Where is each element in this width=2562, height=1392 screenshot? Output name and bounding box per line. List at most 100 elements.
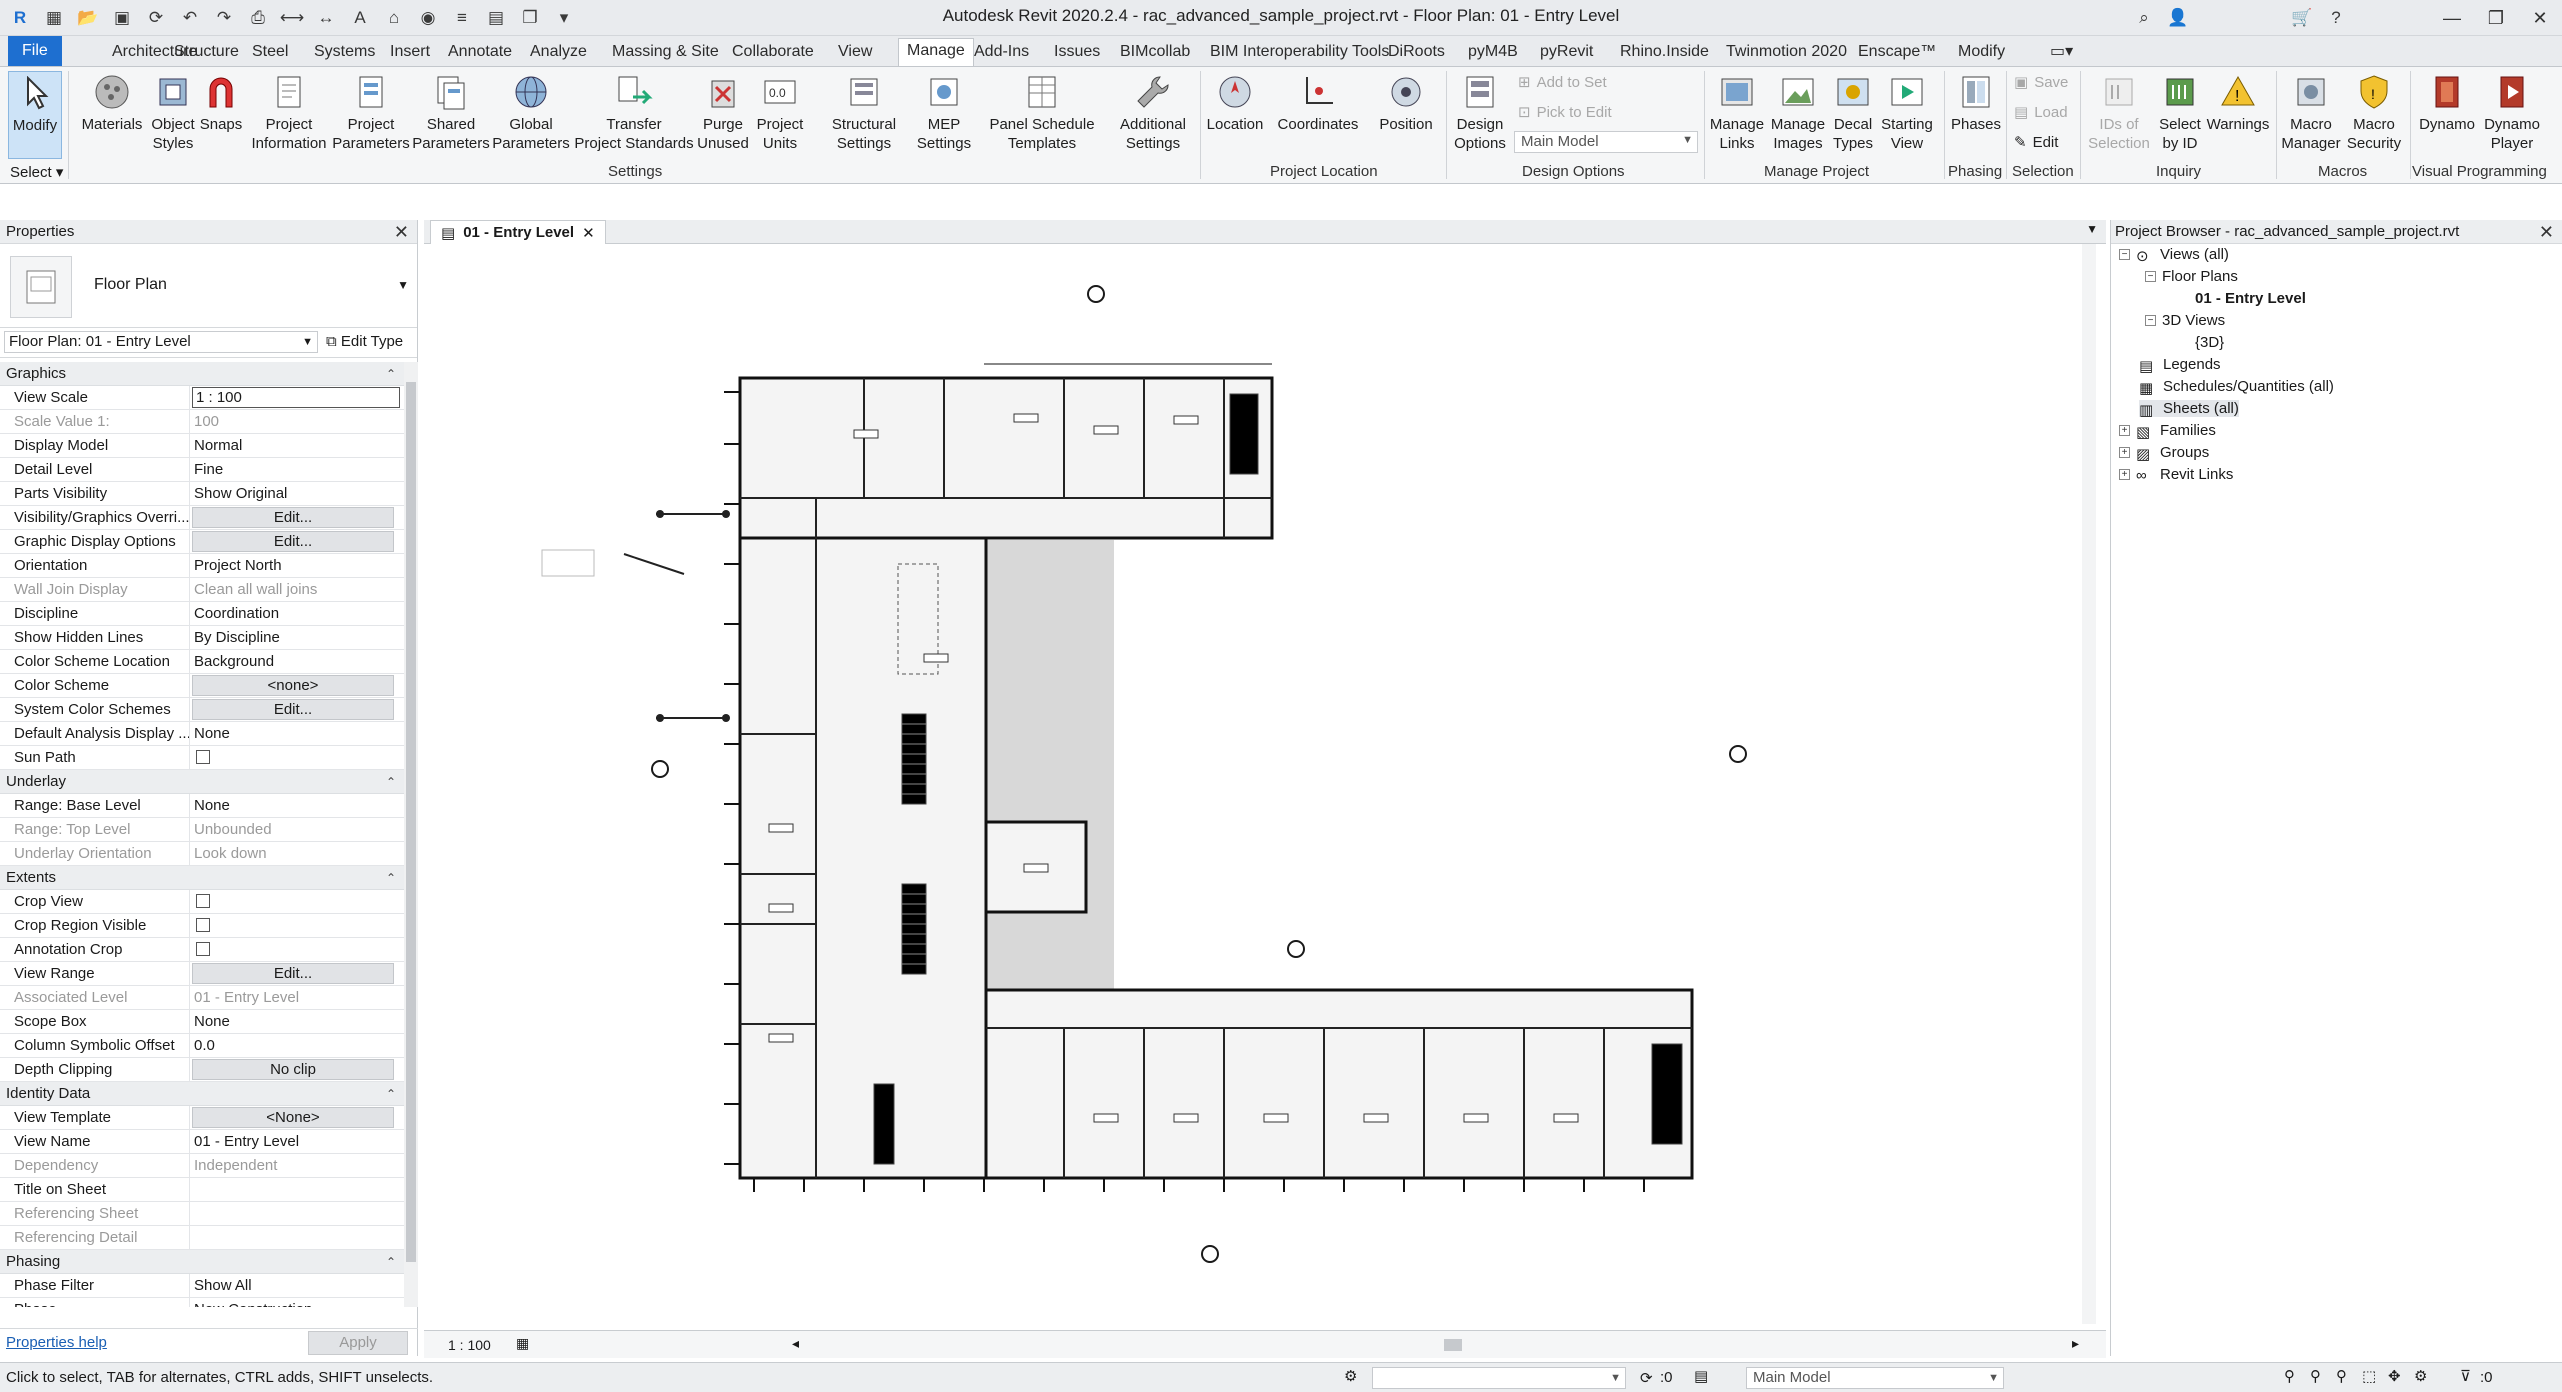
ids-of-selection-button[interactable]: IDs of Selection	[2084, 71, 2154, 153]
structural-settings-button[interactable]: Structural Settings	[826, 71, 902, 153]
tree-node-sheets[interactable]: ▥ Sheets (all)	[2139, 400, 2239, 419]
collapse-icon[interactable]: −	[2145, 271, 2156, 282]
tab-twinmotion-2020[interactable]: Twinmotion 2020	[1726, 40, 1847, 66]
collapse-icon[interactable]: −	[2145, 315, 2156, 326]
worksharing-icon[interactable]: ⚙	[1344, 1367, 1357, 1385]
edit-selection-button[interactable]: ✎ Edit	[2014, 133, 2058, 152]
property-value[interactable]: Edit...	[192, 699, 394, 720]
project-units-button[interactable]: 0.0 Project Units	[750, 71, 810, 153]
transfer-project-standards-button[interactable]: Transfer Project Standards	[574, 71, 694, 153]
collapse-icon[interactable]: ⌃	[386, 1250, 396, 1274]
property-value[interactable]: Edit...	[192, 531, 394, 552]
property-value[interactable]: New Construction	[190, 1298, 404, 1307]
property-value[interactable]: By Discipline	[190, 626, 404, 649]
view-horizontal-scrollbar[interactable]	[804, 1339, 2084, 1351]
chevron-down-icon[interactable]: ▼	[2086, 222, 2098, 236]
tree-node-schedules[interactable]: ▦ Schedules/Quantities (all)	[2139, 378, 2334, 397]
select-by-face-icon[interactable]: ⬚	[2362, 1367, 2376, 1385]
drawing-canvas[interactable]	[424, 244, 2092, 1324]
warnings-button[interactable]: ! Warnings	[2204, 71, 2272, 134]
design-option-icon[interactable]: ▤	[1694, 1367, 1708, 1385]
tab-file[interactable]: File	[8, 36, 62, 66]
property-group-extents[interactable]: Extents ⌃	[0, 866, 404, 890]
property-group-underlay[interactable]: Underlay ⌃	[0, 770, 404, 794]
tab-collaborate[interactable]: Collaborate	[732, 40, 814, 66]
project-parameters-button[interactable]: Project Parameters	[330, 71, 412, 153]
close-icon[interactable]: ✕	[2539, 220, 2554, 243]
tab-systems[interactable]: Systems	[314, 40, 375, 66]
project-information-button[interactable]: Project Information	[248, 71, 330, 153]
property-value[interactable]	[190, 938, 404, 961]
tab-manage[interactable]: Manage	[898, 38, 974, 66]
property-value[interactable]: Background	[190, 650, 404, 673]
view-vertical-scrollbar[interactable]	[2082, 244, 2096, 1324]
tab-enscape[interactable]: Enscape™	[1858, 40, 1936, 66]
design-option-dropdown[interactable]: Main Model ▼	[1514, 131, 1698, 153]
building-outline[interactable]	[541, 363, 1694, 1192]
property-value[interactable]: Normal	[190, 434, 404, 457]
global-parameters-button[interactable]: Global Parameters	[490, 71, 572, 153]
expand-icon[interactable]: +	[2119, 469, 2130, 480]
properties-help-link[interactable]: Properties help	[6, 1334, 107, 1351]
pick-to-edit-button[interactable]: ⊡ Pick to Edit	[1518, 103, 1612, 122]
tab-issues[interactable]: Issues	[1054, 40, 1100, 66]
expand-icon[interactable]: +	[2119, 447, 2130, 458]
property-checkbox[interactable]	[196, 918, 210, 932]
property-value[interactable]: None	[190, 1010, 404, 1033]
design-options-button[interactable]: Design Options	[1448, 71, 1512, 153]
tree-node-legends[interactable]: ▤ Legends	[2139, 356, 2221, 375]
property-value[interactable]: None	[190, 722, 404, 745]
property-group-phasing[interactable]: Phasing ⌃	[0, 1250, 404, 1274]
tab-steel[interactable]: Steel	[252, 40, 288, 66]
property-value[interactable]	[190, 1178, 404, 1201]
tab-pym4b[interactable]: pyM4B	[1468, 40, 1518, 66]
property-value[interactable]: Edit...	[192, 507, 394, 528]
type-selector[interactable]: Floor Plan ▼	[0, 244, 417, 328]
ribbon-options-icon[interactable]: ▭▾	[2050, 40, 2073, 66]
scrollbar-thumb[interactable]	[1444, 1339, 1462, 1351]
property-value[interactable]	[190, 914, 404, 937]
elevation-marker[interactable]	[651, 760, 669, 778]
drag-on-selection-icon[interactable]: ✥	[2388, 1367, 2401, 1385]
user-icon[interactable]: 👤	[2164, 4, 2192, 32]
property-checkbox[interactable]	[196, 750, 210, 764]
collapse-icon[interactable]: ⌃	[386, 770, 396, 794]
tab-view[interactable]: View	[838, 40, 872, 66]
detail-level-icon[interactable]: ▦	[516, 1335, 529, 1352]
property-checkbox[interactable]	[196, 894, 210, 908]
property-value[interactable]: 1 : 100	[192, 387, 400, 408]
property-value[interactable]: Show Original	[190, 482, 404, 505]
property-value[interactable]: Fine	[190, 458, 404, 481]
tab-bim-interoperability-tools[interactable]: BIM Interoperability Tools	[1210, 40, 1389, 66]
property-value[interactable]: No clip	[192, 1059, 394, 1080]
instance-selector[interactable]: Floor Plan: 01 - Entry Level ▼	[4, 331, 318, 353]
select-by-id-button[interactable]: Select by ID	[2152, 71, 2208, 153]
tab-massing-site[interactable]: Massing & Site	[612, 40, 719, 66]
add-to-set-button[interactable]: ⊞ Add to Set	[1518, 73, 1607, 92]
tree-node-revit-links[interactable]: + ∞ Revit Links	[2119, 466, 2233, 484]
manage-images-button[interactable]: Manage Images	[1766, 71, 1830, 153]
macro-manager-button[interactable]: Macro Manager	[2278, 71, 2344, 153]
property-value[interactable]: <none>	[192, 675, 394, 696]
cart-icon[interactable]: 🛒	[2288, 4, 2316, 32]
snaps-button[interactable]: Snaps	[196, 71, 246, 134]
edit-type-button[interactable]: ⧉ Edit Type	[326, 333, 403, 350]
search-icon[interactable]: ⌕	[2130, 4, 2158, 32]
tab-structure[interactable]: Structure	[174, 40, 239, 66]
collapse-icon[interactable]: ⌃	[386, 1082, 396, 1106]
select-pinned-icon[interactable]: ⚲	[2336, 1367, 2347, 1385]
property-checkbox[interactable]	[196, 942, 210, 956]
view-scale-control[interactable]: 1 : 100	[448, 1337, 491, 1353]
tree-node-3d-views[interactable]: −3D Views	[2145, 312, 2225, 329]
close-icon[interactable]: ✕	[394, 220, 409, 244]
background-process-icon[interactable]: ⚙	[2414, 1367, 2427, 1385]
scroll-right-icon[interactable]: ▸	[2072, 1335, 2079, 1352]
property-value[interactable]: None	[190, 794, 404, 817]
dynamo-player-button[interactable]: Dynamo Player	[2476, 71, 2548, 153]
status-design-option-dropdown[interactable]: Main Model ▼	[1746, 1367, 2004, 1389]
elevation-marker[interactable]	[1201, 1245, 1219, 1263]
select-links-icon[interactable]: ⚲	[2284, 1367, 2295, 1385]
elevation-marker[interactable]	[1287, 940, 1305, 958]
editable-icon[interactable]: ⟳	[1640, 1369, 1653, 1387]
property-value[interactable]: Coordination	[190, 602, 404, 625]
